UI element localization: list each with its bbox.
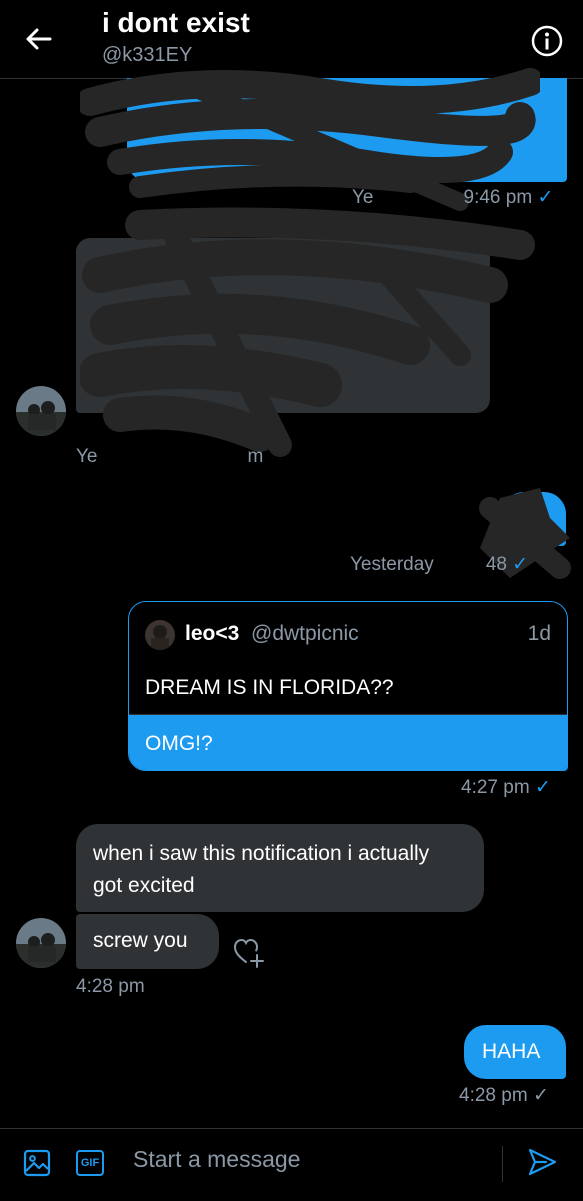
- timestamp-partial-text: m: [247, 446, 264, 467]
- composer-divider: [502, 1146, 503, 1182]
- tweet-age: 1d: [527, 622, 551, 645]
- gif-button[interactable]: GIF: [76, 1150, 104, 1176]
- message-timestamp: Ye m: [76, 446, 263, 468]
- sent-message-bubble[interactable]: [127, 78, 567, 182]
- add-reaction-heart-icon[interactable]: [232, 936, 266, 973]
- read-check-icon: ✓: [537, 187, 554, 208]
- received-card-bubble[interactable]: [76, 238, 490, 413]
- contact-avatar[interactable]: [16, 918, 66, 968]
- image-icon[interactable]: [22, 1148, 52, 1183]
- sent-message-bubble[interactable]: OMG!?: [129, 715, 567, 770]
- message-timestamp: 4:27 pm ✓: [461, 776, 551, 799]
- conversation-handle: @k331EY: [102, 44, 193, 66]
- sent-check-icon: ✓: [532, 1085, 549, 1106]
- back-arrow-icon[interactable]: [22, 22, 56, 56]
- shared-tweet-card[interactable]: leo<3 @dwtpicnic 1d DREAM IS IN FLORIDA?…: [128, 601, 568, 771]
- tweet-text: DREAM IS IN FLORIDA??: [145, 676, 394, 699]
- timestamp-time: 4:27 pm: [461, 777, 530, 798]
- timestamp-partial-text: Yesterday: [350, 554, 434, 575]
- timestamp-time: 9:46 pm: [463, 187, 533, 208]
- tweet-author-name: leo<3: [185, 622, 240, 645]
- contact-avatar[interactable]: [16, 386, 66, 436]
- message-text: screw you: [93, 929, 188, 952]
- timestamp-partial-text: Ye: [352, 187, 374, 208]
- message-text: OMG!?: [145, 732, 213, 755]
- conversation-title[interactable]: i dont exist: [102, 7, 250, 39]
- read-check-icon: ✓: [534, 777, 551, 798]
- message-text: HAHA: [482, 1040, 541, 1063]
- message-timestamp: Yesterday 48 ✓: [350, 553, 528, 576]
- tweet-author-handle: @dwtpicnic: [251, 622, 359, 645]
- sent-message-bubble[interactable]: [502, 492, 566, 546]
- timestamp-time: 4:28 pm: [459, 1085, 528, 1106]
- message-timestamp: 4:28 pm ✓: [459, 1084, 549, 1107]
- gif-label: GIF: [80, 1157, 100, 1169]
- conversation-header: [0, 0, 583, 79]
- timestamp-partial-text: 48: [485, 554, 507, 575]
- send-icon[interactable]: [526, 1146, 558, 1183]
- info-icon[interactable]: [530, 24, 564, 58]
- tweet-author-avatar: [145, 620, 175, 650]
- message-text: when i saw this notification i actually …: [93, 842, 430, 897]
- timestamp-partial-text: Ye: [76, 446, 98, 467]
- read-check-icon: ✓: [512, 554, 529, 575]
- message-timestamp: 4:28 pm: [76, 976, 145, 997]
- message-input[interactable]: Start a message: [133, 1146, 300, 1173]
- message-timestamp: Ye 9:46 pm ✓: [352, 186, 553, 209]
